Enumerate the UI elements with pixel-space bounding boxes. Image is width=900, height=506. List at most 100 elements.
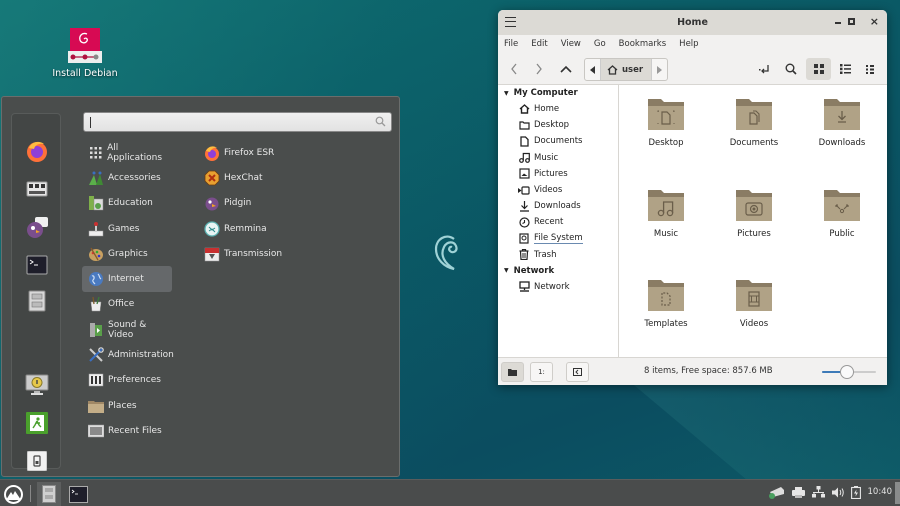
menu-bookmarks[interactable]: Bookmarks [619, 39, 667, 49]
favorite-logout[interactable] [24, 410, 50, 436]
category-office[interactable]: Office [82, 292, 172, 317]
firefox-icon [27, 141, 47, 162]
removable-drive-icon[interactable] [768, 485, 785, 499]
sidebar-item-network[interactable]: Network [498, 279, 618, 295]
forward-button[interactable] [528, 58, 550, 80]
volume-icon[interactable] [831, 487, 844, 498]
up-button[interactable] [555, 58, 577, 80]
category-sound-video[interactable]: Sound & Video [82, 317, 172, 342]
favorite-shutdown[interactable] [24, 448, 50, 474]
menu-view[interactable]: View [561, 39, 581, 49]
category-administration[interactable]: Administration [82, 342, 174, 367]
category-preferences[interactable]: Preferences [82, 368, 172, 393]
remmina-icon [204, 220, 220, 237]
sidebar-item-trash[interactable]: Trash [498, 247, 618, 263]
breadcrumb-current: user [622, 64, 644, 75]
menu-edit[interactable]: Edit [531, 39, 547, 49]
network-icon[interactable] [811, 486, 825, 498]
sidebar-item-recent[interactable]: Recent [498, 214, 618, 230]
category-places[interactable]: Places [82, 393, 172, 418]
category-label: Accessories [108, 172, 161, 183]
sidebar-item-videos[interactable]: Videos [498, 182, 618, 198]
places-sidebar: ▼ My Computer Home Desktop Documents Musi… [498, 85, 619, 357]
app-remmina[interactable]: Remmina [202, 216, 362, 241]
folder-music[interactable]: Music [626, 189, 706, 239]
app-transmission[interactable]: Transmission [202, 241, 362, 266]
maximize-button[interactable] [848, 18, 855, 25]
sidebar-section-network[interactable]: ▼ Network [498, 263, 618, 279]
folder-documents[interactable]: Documents [714, 98, 794, 148]
list-view-button[interactable] [834, 58, 856, 80]
folder-icon [508, 368, 517, 376]
category-graphics[interactable]: Graphics [82, 241, 172, 266]
sidebar-item-file-system[interactable]: File System [498, 231, 618, 247]
menu-file[interactable]: File [504, 39, 518, 49]
menu-help[interactable]: Help [679, 39, 698, 49]
taskbar-terminal[interactable] [66, 482, 90, 506]
clock[interactable]: 10:40 [868, 487, 893, 497]
close-button[interactable]: × [870, 15, 879, 28]
search-button[interactable] [780, 58, 802, 80]
menu-button[interactable] [2, 482, 24, 506]
sidebar-section-my-computer[interactable]: ▼ My Computer [498, 85, 618, 101]
app-pidgin[interactable]: Pidgin [202, 191, 362, 216]
category-games[interactable]: Games [82, 216, 172, 241]
sidebar-item-documents[interactable]: Documents [498, 133, 618, 149]
keyboard-icon [26, 181, 48, 197]
taskbar-files[interactable] [37, 482, 61, 506]
debian-swirl-logo [434, 235, 458, 271]
favorite-pidgin[interactable] [24, 214, 50, 240]
sidebar-item-desktop[interactable]: Desktop [498, 117, 618, 133]
breadcrumb-left-arrow[interactable] [585, 59, 601, 80]
folder-pictures[interactable]: Pictures [714, 189, 794, 239]
favorite-firefox[interactable] [24, 138, 50, 164]
menu-search-input[interactable] [83, 112, 392, 132]
breadcrumb-right-arrow[interactable] [651, 59, 667, 80]
battery-icon[interactable] [850, 485, 861, 499]
location-entry-icon [759, 65, 769, 74]
category-internet[interactable]: Internet [82, 266, 172, 292]
favorite-keyboard[interactable] [24, 176, 50, 202]
drive-icon [518, 233, 530, 245]
sidebar-item-pictures[interactable]: Pictures [498, 166, 618, 182]
printer-icon[interactable] [791, 486, 805, 498]
folder-desktop[interactable]: Desktop [626, 98, 706, 148]
desktop-icon-install-debian[interactable]: Install Debian [52, 28, 118, 79]
show-places-button[interactable] [501, 362, 524, 382]
search-icon [785, 63, 797, 75]
toggle-sidebar-button[interactable] [566, 362, 589, 382]
breadcrumb-home[interactable]: user [601, 59, 651, 80]
icon-view-button[interactable] [806, 58, 831, 80]
folder-templates[interactable]: Templates [626, 279, 706, 329]
folder-public[interactable]: Public [802, 189, 882, 239]
transmission-icon [204, 246, 220, 262]
grid-view-icon [813, 64, 824, 74]
folder-videos[interactable]: Videos [714, 279, 794, 329]
folder-downloads[interactable]: Downloads [802, 98, 882, 148]
zoom-slider[interactable] [822, 365, 876, 379]
category-label: Office [108, 299, 135, 310]
app-firefox-esr[interactable]: Firefox ESR [202, 140, 362, 165]
minimize-button[interactable] [835, 22, 841, 24]
show-treeview-button[interactable]: 1: [530, 362, 553, 382]
menu-go[interactable]: Go [594, 39, 606, 49]
accessories-icon [88, 170, 104, 186]
back-button[interactable] [503, 58, 525, 80]
show-desktop-button[interactable] [895, 482, 900, 504]
compact-view-button[interactable] [860, 58, 882, 80]
sidebar-item-downloads[interactable]: Downloads [498, 198, 618, 214]
window-titlebar[interactable]: Home × [498, 10, 887, 35]
favorite-lock-screen[interactable] [24, 372, 50, 398]
category-education[interactable]: Education [82, 191, 172, 216]
category-all-applications[interactable]: All Applications [82, 140, 172, 165]
category-label: Sound & Video [108, 319, 147, 340]
sidebar-item-home[interactable]: Home [498, 101, 618, 117]
category-recent-files[interactable]: Recent Files [82, 418, 172, 443]
zoom-slider-handle[interactable] [840, 365, 854, 379]
app-hexchat[interactable]: HexChat [202, 165, 362, 190]
toggle-location-button[interactable] [754, 58, 776, 80]
favorite-files[interactable] [24, 288, 50, 314]
favorite-terminal[interactable] [24, 252, 50, 278]
sidebar-item-music[interactable]: Music [498, 150, 618, 166]
category-accessories[interactable]: Accessories [82, 165, 172, 190]
